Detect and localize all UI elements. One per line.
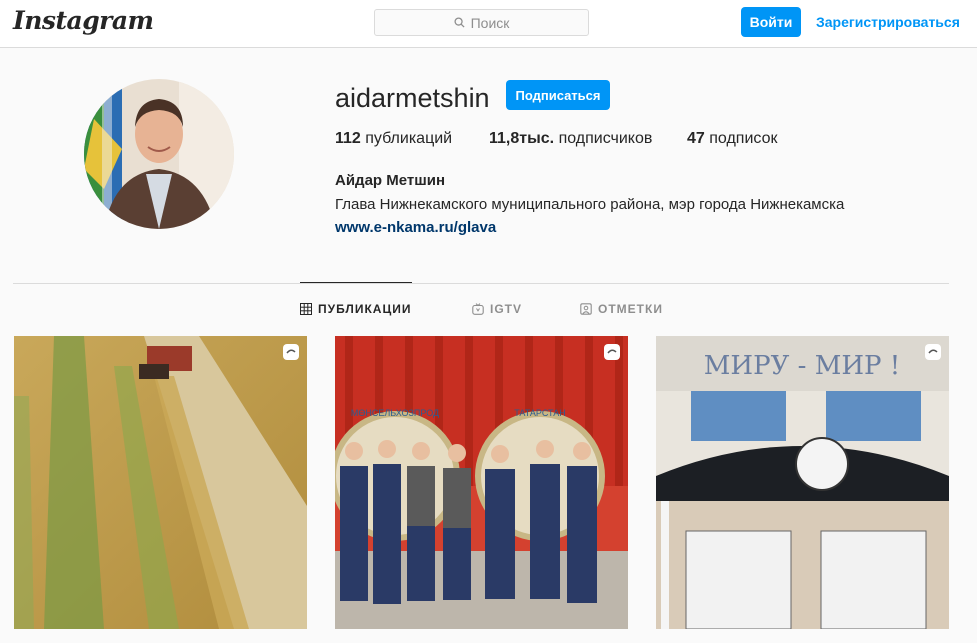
login-button[interactable]: Войти [741, 7, 801, 37]
profile-username: aidarmetshin [335, 83, 490, 113]
tab-posts[interactable]: ПУБЛИКАЦИИ [300, 302, 411, 316]
search-placeholder: Поиск [470, 14, 510, 31]
tab-igtv[interactable]: IGTV [472, 302, 522, 316]
tab-igtv-label: IGTV [490, 302, 523, 316]
profile-avatar[interactable] [84, 79, 234, 229]
posts-label: публикаций [365, 130, 453, 147]
tab-posts-label: ПУБЛИКАЦИИ [318, 302, 412, 316]
register-link[interactable]: Зарегистрироваться [816, 14, 960, 30]
posts-count: 112 [335, 130, 361, 147]
igtv-icon [472, 303, 484, 315]
tab-tagged-label: ОТМЕТКИ [598, 302, 663, 316]
followers-label: подписчиков [558, 130, 653, 147]
followers-count: 11,8тыс. [489, 130, 555, 147]
video-icon [604, 344, 620, 360]
profile-website-link[interactable]: www.e-nkama.ru/glava [335, 219, 496, 236]
following-stat[interactable]: 47 подписок [687, 130, 777, 148]
tabs-divider [13, 283, 949, 284]
video-icon [283, 344, 299, 360]
grid-icon [300, 303, 312, 315]
follow-button[interactable]: Подписаться [506, 80, 610, 110]
banner-left-text: МӨНСЕЛЬХОЗПРОД [351, 408, 439, 418]
post-thumbnail-delegation[interactable]: МӨНСЕЛЬХОЗПРОД ТАТАРСТАН [335, 336, 628, 629]
post-thumbnail-harvest[interactable] [14, 336, 307, 629]
video-icon [925, 344, 941, 360]
post-thumbnail-school[interactable]: МИРУ - МИР ! [656, 336, 949, 629]
following-count: 47 [687, 130, 705, 147]
posts-count-stat: 112 публикаций [335, 130, 452, 148]
top-navigation-bar: Instagram Поиск Войти Зарегистрироваться [0, 0, 977, 48]
search-input[interactable]: Поиск [374, 9, 589, 36]
profile-full-name: Айдар Метшин [335, 172, 446, 189]
profile-bio: Глава Нижнекамского муниципального район… [335, 196, 845, 213]
followers-stat[interactable]: 11,8тыс. подписчиков [489, 130, 652, 148]
instagram-logo[interactable]: Instagram [13, 6, 154, 35]
tagged-icon [580, 303, 592, 315]
following-label: подписок [709, 130, 778, 147]
banner-right-text: ТАТАРСТАН [514, 408, 566, 418]
school-sign-text: МИРУ - МИР ! [704, 351, 900, 381]
active-tab-indicator [300, 282, 412, 283]
tab-tagged[interactable]: ОТМЕТКИ [580, 302, 663, 316]
search-icon [454, 17, 465, 28]
